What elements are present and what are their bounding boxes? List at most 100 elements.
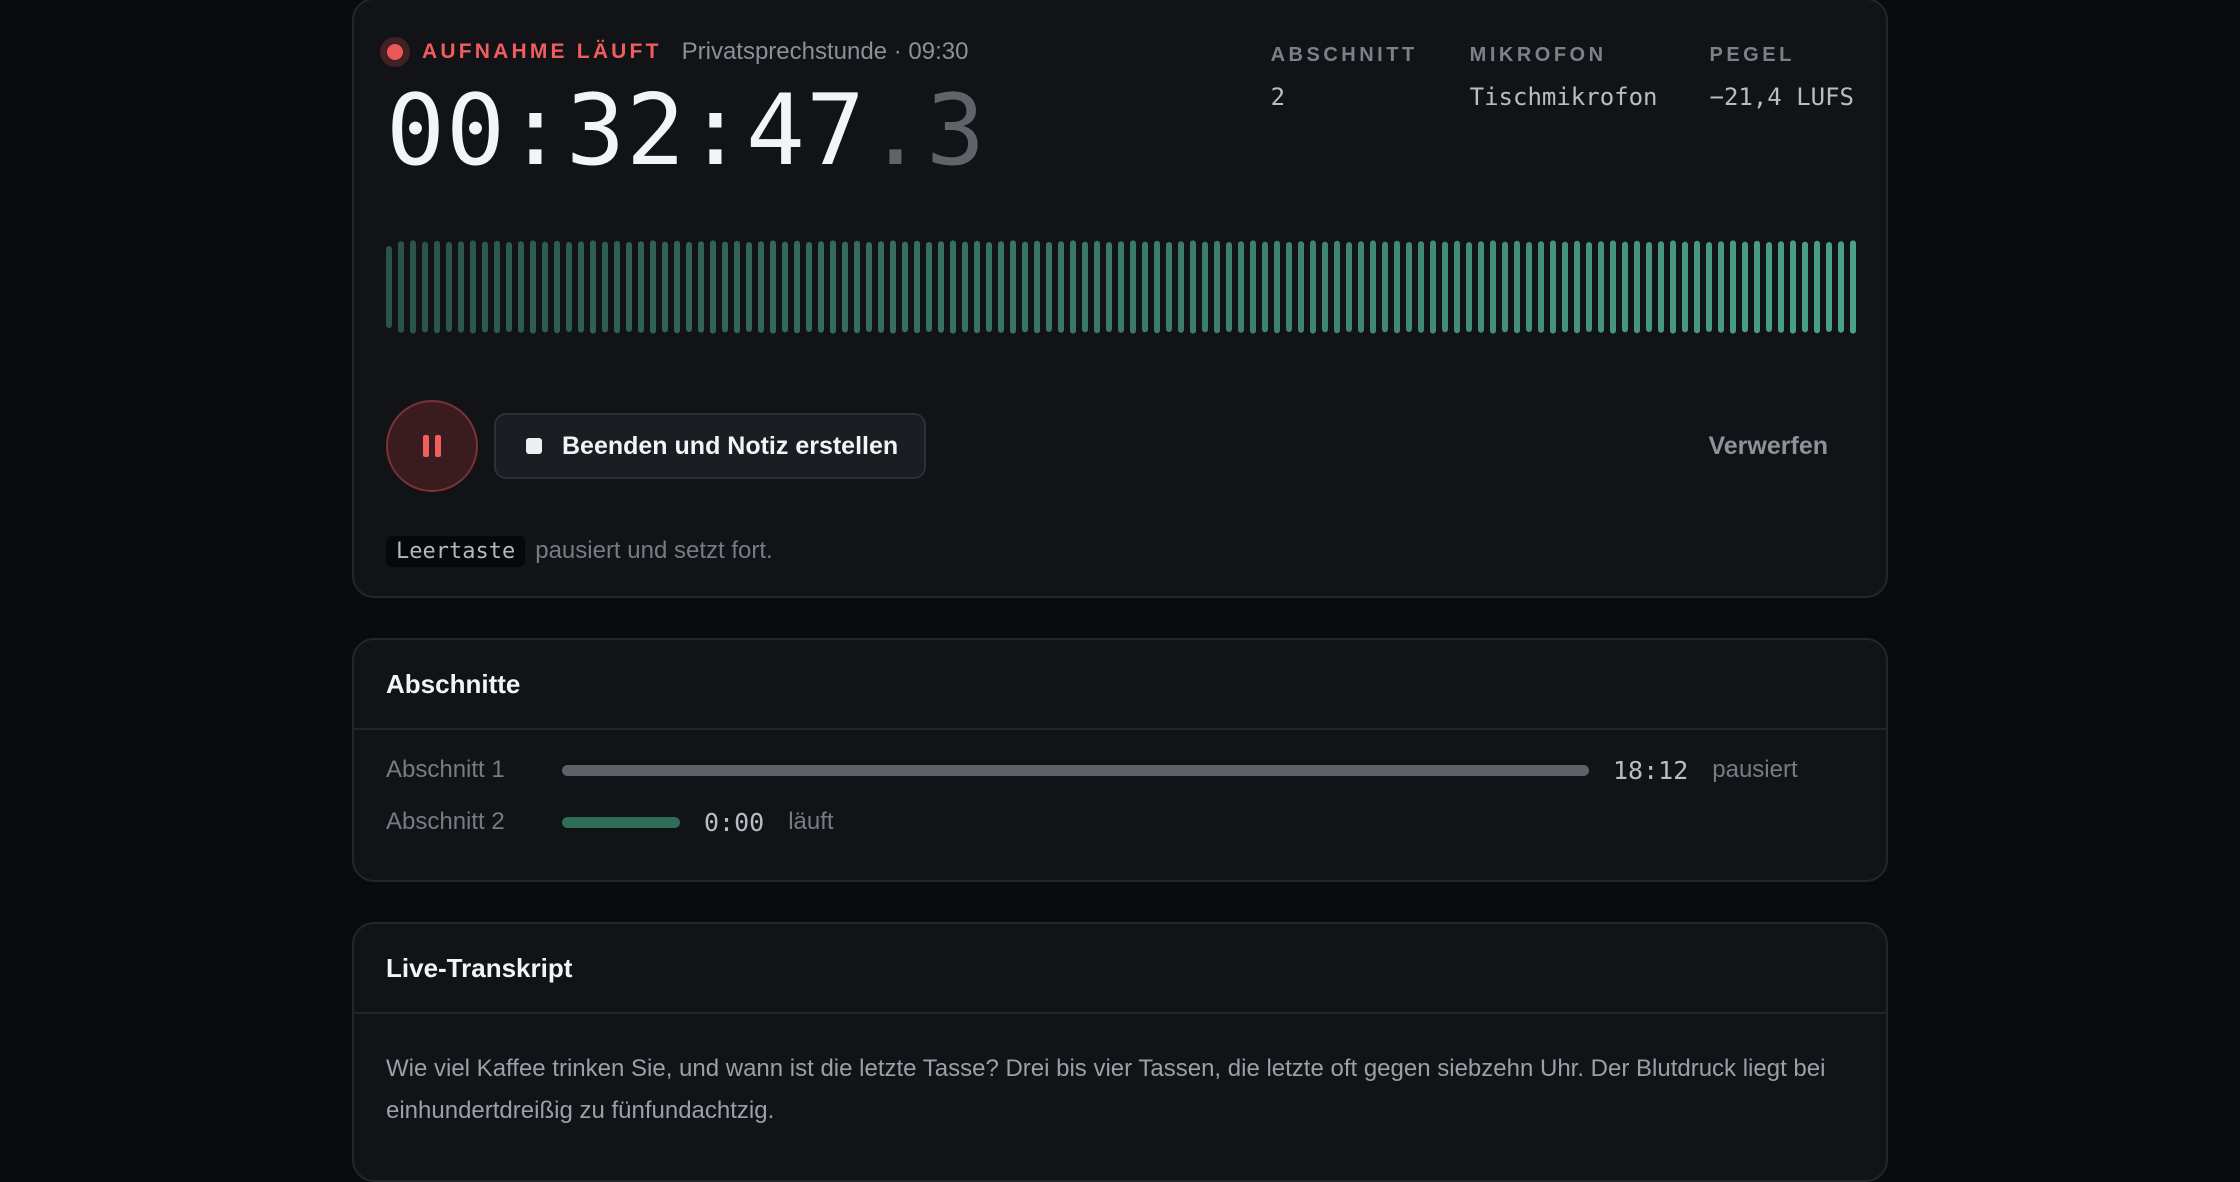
- finish-and-create-note-button[interactable]: Beenden und Notiz erstellen: [494, 413, 927, 479]
- waveform-bar: [422, 241, 428, 333]
- section-name: Abschnitt 1: [386, 756, 505, 783]
- section-state: pausiert: [1712, 756, 1798, 783]
- audio-waveform: [386, 240, 1856, 334]
- waveform-bar: [482, 241, 488, 333]
- waveform-bar: [1610, 240, 1616, 334]
- waveform-bar: [1658, 241, 1664, 333]
- waveform-bar: [1454, 240, 1460, 334]
- section-row[interactable]: Abschnitt 1 18:12 pausiert: [354, 744, 1886, 796]
- record-dot-icon: [380, 37, 410, 67]
- waveform-bar: [1190, 240, 1196, 334]
- discard-button[interactable]: Verwerfen: [1708, 432, 1828, 461]
- meta-section-value: 2: [1270, 83, 1286, 111]
- waveform-bar: [1382, 241, 1388, 333]
- pause-button[interactable]: [386, 400, 478, 492]
- meta-microphone: MIKROFON Tischmikrofon: [1470, 44, 1658, 111]
- waveform-bar: [1142, 241, 1148, 333]
- waveform-bar: [1334, 240, 1340, 334]
- meta-microphone-label: MIKROFON: [1469, 44, 1607, 66]
- waveform-bar: [1130, 240, 1136, 334]
- waveform-bar: [1430, 240, 1436, 334]
- waveform-bar: [1154, 240, 1160, 334]
- waveform-bar: [902, 241, 908, 333]
- waveform-bar: [698, 241, 704, 333]
- waveform-bar: [794, 240, 800, 334]
- waveform-bar: [1394, 240, 1400, 334]
- waveform-bar: [410, 240, 416, 334]
- waveform-bar: [1682, 241, 1688, 333]
- waveform-bar: [1418, 241, 1424, 333]
- waveform-bar: [1742, 241, 1748, 333]
- waveform-bar: [1538, 241, 1544, 333]
- waveform-bar: [1286, 242, 1292, 332]
- keyboard-hint: Leertaste pausiert und setzt fort.: [386, 534, 773, 568]
- waveform-bar: [746, 242, 752, 332]
- waveform-bar: [1106, 242, 1112, 332]
- meta-level: PEGEL −21,4 LUFS: [1710, 44, 1855, 111]
- recording-meta: ABSCHNITT 2 MIKROFON Tischmikrofon PEGEL…: [1254, 44, 1854, 111]
- waveform-bar: [758, 241, 764, 333]
- section-row[interactable]: Abschnitt 2 0:00 läuft: [354, 796, 1886, 848]
- waveform-bar: [1298, 241, 1304, 333]
- waveform-bar: [1778, 241, 1784, 333]
- waveform-bar: [866, 242, 872, 332]
- waveform-bar: [782, 241, 788, 333]
- waveform-bar: [1802, 241, 1808, 333]
- waveform-bar: [734, 240, 740, 334]
- waveform-bar: [1094, 240, 1100, 334]
- waveform-bar: [914, 240, 920, 334]
- transcript-text: Wie viel Kaffee trinken Sie, und wann is…: [386, 1055, 1826, 1124]
- sections-title: Abschnitte: [354, 640, 1886, 730]
- waveform-bar: [1706, 242, 1712, 332]
- waveform-bar: [1562, 241, 1568, 333]
- recorder-card: AUFNAHME LÄUFT Privatsprechstunde · 09:3…: [352, 0, 1888, 598]
- waveform-bar: [1514, 240, 1520, 334]
- finish-button-label: Beenden und Notiz erstellen: [562, 431, 899, 460]
- waveform-bar: [1766, 242, 1772, 332]
- waveform-bar: [1274, 240, 1280, 334]
- waveform-bar: [1118, 241, 1124, 333]
- waveform-bar: [638, 241, 644, 333]
- waveform-bar: [986, 242, 992, 332]
- timer-fraction: .3: [866, 74, 987, 188]
- waveform-bar: [1814, 240, 1820, 334]
- waveform-bar: [974, 240, 980, 334]
- waveform-bar: [1370, 240, 1376, 334]
- pause-icon-bar: [435, 435, 441, 457]
- meta-section-label: ABSCHNITT: [1270, 44, 1418, 66]
- waveform-bar: [1442, 241, 1448, 333]
- waveform-bar: [1850, 240, 1856, 334]
- waveform-bar: [878, 241, 884, 333]
- waveform-bar: [1346, 242, 1352, 332]
- waveform-bar: [842, 241, 848, 333]
- waveform-bar: [506, 242, 512, 332]
- waveform-bar: [650, 240, 656, 334]
- waveform-bar: [1754, 240, 1760, 334]
- stop-icon: [526, 438, 542, 454]
- waveform-bar: [1790, 240, 1796, 334]
- waveform-bar: [1574, 240, 1580, 334]
- waveform-bar: [1082, 241, 1088, 333]
- waveform-bar: [446, 242, 452, 332]
- waveform-bar: [674, 240, 680, 334]
- waveform-bar: [1358, 241, 1364, 333]
- waveform-bar: [590, 240, 596, 334]
- waveform-bar: [710, 240, 716, 334]
- hint-text: pausiert und setzt fort.: [535, 537, 773, 564]
- waveform-bar: [1634, 240, 1640, 334]
- waveform-bar: [1166, 242, 1172, 332]
- waveform-bar: [1838, 241, 1844, 333]
- waveform-bar: [890, 240, 896, 334]
- waveform-bar: [470, 240, 476, 334]
- waveform-bar: [1022, 241, 1028, 333]
- waveform-bar: [1034, 240, 1040, 334]
- waveform-bar: [1826, 242, 1832, 332]
- waveform-bar: [554, 240, 560, 334]
- waveform-bar: [1598, 241, 1604, 333]
- waveform-bar: [542, 241, 548, 333]
- waveform-bar: [950, 240, 956, 334]
- hint-key: Leertaste: [386, 535, 526, 567]
- waveform-bar: [938, 241, 944, 333]
- section-time: 18:12: [1613, 755, 1689, 785]
- waveform-bar: [806, 242, 812, 332]
